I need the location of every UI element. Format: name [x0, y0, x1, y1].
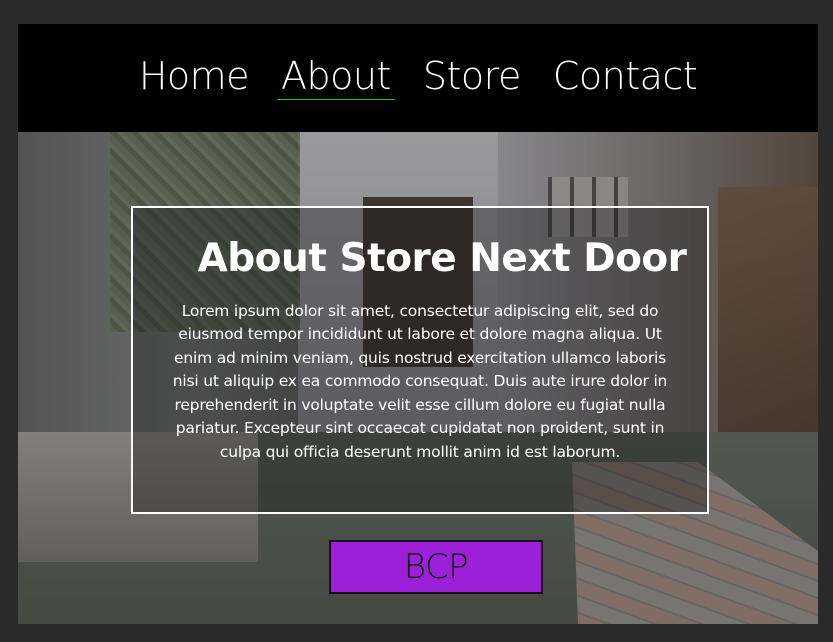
hero-section: About Store Next Door Lorem ipsum dolor …: [18, 132, 818, 624]
about-content-box: About Store Next Door Lorem ipsum dolor …: [131, 206, 709, 514]
about-title: About Store Next Door: [197, 236, 687, 281]
nav-link-home[interactable]: Home: [135, 55, 253, 101]
bcp-button[interactable]: BCP: [329, 540, 543, 594]
nav-link-store[interactable]: Store: [419, 55, 525, 101]
page-frame: Home About Store Contact About Store Nex…: [18, 24, 818, 624]
nav-link-about[interactable]: About: [277, 55, 395, 101]
top-navbar: Home About Store Contact: [18, 24, 818, 132]
nav-link-contact[interactable]: Contact: [549, 55, 701, 101]
about-body-text: Lorem ipsum dolor sit amet, consectetur …: [172, 301, 668, 461]
